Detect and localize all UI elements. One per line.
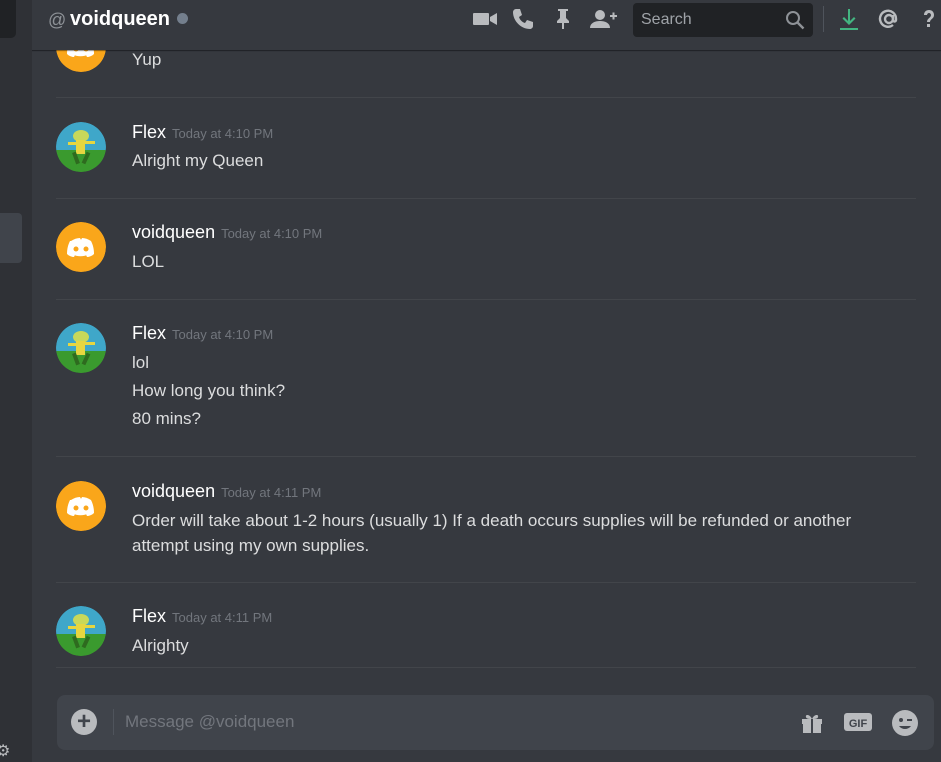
message-line: Alrighty xyxy=(132,636,189,655)
flex-avatar[interactable] xyxy=(56,606,106,656)
message-line: Yup xyxy=(132,50,162,69)
message-divider xyxy=(56,97,916,98)
message-line: How long you think? xyxy=(132,381,286,400)
gif-label: GIF xyxy=(849,718,868,730)
author-name[interactable]: Flex xyxy=(132,323,166,343)
message-list-bottom-divider xyxy=(56,667,916,668)
add-friend-icon[interactable] xyxy=(588,6,617,32)
message-author[interactable]: voidqueen Today at 4:10 PM xyxy=(132,222,322,243)
message-author[interactable]: Flex Today at 4:10 PM xyxy=(132,122,273,143)
message-line: Order will take about 1-2 hours (usually… xyxy=(132,511,852,530)
search-input[interactable]: Search xyxy=(633,3,813,37)
phone-icon[interactable] xyxy=(510,6,536,32)
sidebar-top-block[interactable] xyxy=(0,0,16,38)
message-line: LOL xyxy=(132,252,165,271)
message-line: Alright my Queen xyxy=(132,151,264,170)
mention-icon[interactable] xyxy=(876,6,902,32)
server-sidebar: ⚙ xyxy=(0,0,32,762)
dm-channel: Yup Flex Today at 4:10 PM Alright my Quee… xyxy=(32,0,941,762)
author-name[interactable]: Flex xyxy=(132,606,166,626)
emoji-icon[interactable] xyxy=(891,709,919,742)
message-divider xyxy=(56,299,916,300)
search-placeholder: Search xyxy=(641,11,692,28)
pin-icon[interactable] xyxy=(550,6,576,32)
sidebar-selected-item[interactable] xyxy=(0,213,22,263)
message-line: attempt using my own supplies. xyxy=(132,536,370,555)
message-timestamp: Today at 4:10 PM xyxy=(221,226,323,241)
message-divider xyxy=(56,198,916,199)
at-symbol: @ xyxy=(48,10,67,30)
composer-divider xyxy=(113,709,114,735)
header-divider xyxy=(823,6,824,32)
offline-status-icon xyxy=(177,13,188,24)
message-author[interactable]: Flex Today at 4:11 PM xyxy=(132,606,272,627)
settings-gear-icon[interactable]: ⚙ xyxy=(0,744,10,760)
message-line: 80 mins? xyxy=(132,409,201,428)
download-icon[interactable] xyxy=(836,6,862,32)
message-divider xyxy=(56,456,916,457)
author-name[interactable]: voidqueen xyxy=(132,481,215,501)
message-timestamp: Today at 4:10 PM xyxy=(172,327,274,342)
search-icon xyxy=(785,10,805,30)
author-name[interactable]: voidqueen xyxy=(132,222,215,242)
flex-avatar[interactable] xyxy=(56,122,106,172)
channel-header: @ voidqueen Search xyxy=(32,0,941,50)
discord-avatar-icon[interactable] xyxy=(56,222,106,272)
discord-avatar-icon[interactable] xyxy=(56,481,106,531)
message-composer[interactable]: + Message @voidqueen GIF xyxy=(57,695,934,750)
message-line: lol xyxy=(132,353,150,372)
message-timestamp: Today at 4:11 PM xyxy=(172,610,273,625)
video-camera-icon[interactable] xyxy=(472,6,498,32)
gift-icon[interactable] xyxy=(799,709,825,740)
message-divider xyxy=(56,582,916,583)
help-icon[interactable] xyxy=(916,6,941,32)
message-input-placeholder[interactable]: Message @voidqueen xyxy=(125,712,294,732)
flex-avatar[interactable] xyxy=(56,323,106,373)
author-name[interactable]: Flex xyxy=(132,122,166,142)
upload-plus-icon[interactable]: + xyxy=(71,709,97,735)
message-author[interactable]: Flex Today at 4:10 PM xyxy=(132,323,273,344)
message-timestamp: Today at 4:11 PM xyxy=(221,485,322,500)
message-author[interactable]: voidqueen Today at 4:11 PM xyxy=(132,481,321,502)
dm-username[interactable]: voidqueen xyxy=(70,8,170,31)
message-timestamp: Today at 4:10 PM xyxy=(172,126,274,141)
message-list: Yup Flex Today at 4:10 PM Alright my Quee… xyxy=(32,0,941,668)
gif-icon[interactable]: GIF xyxy=(843,709,873,740)
